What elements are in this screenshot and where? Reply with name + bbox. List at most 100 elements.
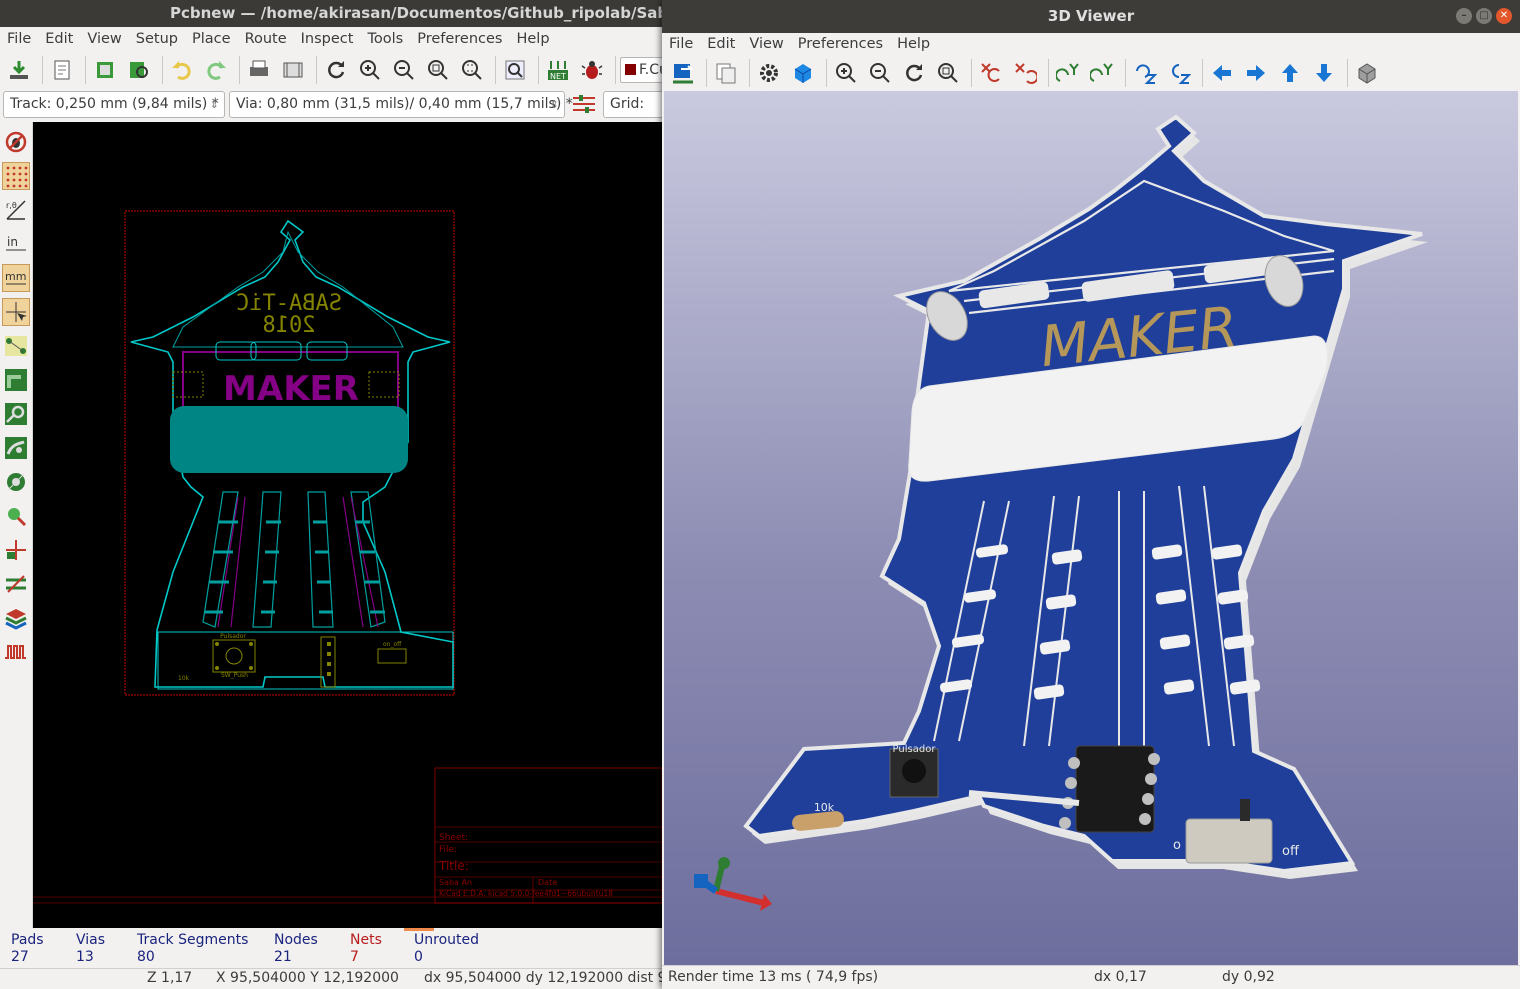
svg-text:mm: mm: [5, 270, 26, 283]
drc-bug-icon[interactable]: [577, 55, 607, 85]
maximize-icon[interactable]: □: [1476, 8, 1492, 24]
units-mm-icon[interactable]: mm: [2, 264, 30, 292]
menu-inspect[interactable]: Inspect: [294, 27, 361, 51]
pcbnew-title-bar: Pcbnew — /home/akirasan/Documentos/Githu…: [0, 0, 700, 27]
menu-help[interactable]: Help: [509, 27, 556, 51]
rotate-y-cw-icon[interactable]: [1053, 58, 1083, 88]
zone-fill-icon[interactable]: [2, 434, 30, 462]
menu-file[interactable]: File: [0, 27, 38, 51]
menu-route[interactable]: Route: [238, 27, 294, 51]
move-down-icon[interactable]: [1309, 58, 1339, 88]
undo-icon[interactable]: [167, 55, 197, 85]
minimize-icon[interactable]: –: [1456, 8, 1472, 24]
viewer-menu-file[interactable]: File: [662, 32, 700, 56]
titleblock-title: Title:: [438, 859, 469, 873]
track-width-combo[interactable]: Track: 0,250 mm (9,84 mils) *: [3, 90, 225, 118]
find-icon[interactable]: [500, 55, 530, 85]
copy-image-icon[interactable]: [711, 58, 741, 88]
stat-nodes-value: 21: [274, 949, 292, 965]
zoom-fit-icon[interactable]: [423, 55, 453, 85]
stat-nets-value: 7: [350, 949, 359, 965]
grid-display-icon[interactable]: [2, 162, 30, 190]
pcbnew-window: Pcbnew — /home/akirasan/Documentos/Githu…: [0, 0, 700, 989]
move-up-icon[interactable]: [1275, 58, 1305, 88]
footprint-editor-icon[interactable]: [90, 55, 120, 85]
drc-marker-icon[interactable]: [2, 536, 30, 564]
page-settings-icon[interactable]: [47, 55, 77, 85]
rotate-z-cw-icon[interactable]: [1130, 58, 1160, 88]
reload-board-icon[interactable]: [668, 58, 698, 88]
zoom-out-icon[interactable]: [389, 55, 419, 85]
units-inch-icon[interactable]: in: [2, 230, 30, 258]
3d-viewer-title: 3D Viewer: [1047, 7, 1135, 25]
footprint-browser-icon[interactable]: [124, 55, 154, 85]
viewer-zoom-out-icon[interactable]: [865, 58, 895, 88]
rotate-z-ccw-icon[interactable]: [1164, 58, 1194, 88]
menu-place[interactable]: Place: [185, 27, 238, 51]
viewer-dx-readout: dx 0,17: [1094, 969, 1147, 985]
redo-icon[interactable]: [201, 55, 231, 85]
print-icon[interactable]: [244, 55, 274, 85]
track-fill-icon[interactable]: [2, 366, 30, 394]
viewer-menu-view[interactable]: View: [742, 32, 790, 56]
move-left-icon[interactable]: [1207, 58, 1237, 88]
stat-track-segments: Track Segments 80: [137, 932, 248, 965]
titleblock-sheet: Sheet:: [439, 833, 468, 843]
zoom-selection-icon[interactable]: [457, 55, 487, 85]
pcbnew-options-bar: Track: 0,250 mm (9,84 mils) * Via: 0,80 …: [0, 88, 700, 120]
zoom-in-icon[interactable]: [355, 55, 385, 85]
axis-gizmo: [694, 857, 772, 911]
close-icon[interactable]: ✕: [1496, 8, 1512, 24]
3d-render-canvas[interactable]: MAKER Pulsador off o 10k: [664, 91, 1518, 965]
via-fill-icon[interactable]: [2, 400, 30, 428]
svg-text:r,θ: r,θ: [6, 201, 17, 210]
via-size-combo[interactable]: Via: 0,80 mm (31,5 mils)/ 0,40 mm (15,7 …: [229, 90, 573, 118]
raytracing-icon[interactable]: [788, 58, 818, 88]
stat-track-segments-label: Track Segments: [137, 932, 249, 948]
titleblock-date: Date: [538, 878, 557, 887]
viewer-redraw-icon[interactable]: [899, 58, 929, 88]
stat-vias: Vias 13: [76, 932, 105, 965]
menu-view[interactable]: View: [80, 27, 128, 51]
render-time-readout: Render time 13 ms ( 74,9 fps): [668, 969, 879, 985]
microwave-tools-icon[interactable]: [2, 638, 30, 666]
viewer-zoom-in-icon[interactable]: [831, 58, 861, 88]
grid-combo-label: Grid:: [610, 95, 645, 112]
show-ratsnest-icon[interactable]: [2, 332, 30, 360]
netlist-icon[interactable]: NET: [543, 55, 573, 85]
3d-board-text-off: off: [1282, 844, 1300, 859]
move-right-icon[interactable]: [1241, 58, 1271, 88]
show-hide-layers-icon[interactable]: [2, 570, 30, 598]
settings-gear-icon[interactable]: [754, 58, 784, 88]
ortho-view-icon[interactable]: [1352, 58, 1382, 88]
save-board-icon[interactable]: [4, 55, 34, 85]
board-text-on-off: on_off: [383, 641, 402, 648]
menu-preferences[interactable]: Preferences: [410, 27, 509, 51]
polar-coords-icon[interactable]: r,θ: [2, 196, 30, 224]
rotate-x-cw-icon[interactable]: [976, 58, 1006, 88]
menu-edit[interactable]: Edit: [38, 27, 80, 51]
rotate-x-ccw-icon[interactable]: [1010, 58, 1040, 88]
track-via-settings-icon[interactable]: [569, 89, 599, 119]
plot-icon[interactable]: [278, 55, 308, 85]
layers-manager-icon[interactable]: [2, 604, 30, 632]
svg-text:NET: NET: [550, 72, 566, 81]
menu-setup[interactable]: Setup: [129, 27, 185, 51]
pad-display-icon[interactable]: [2, 468, 30, 496]
drc-off-icon[interactable]: [2, 128, 30, 156]
titleblock-kicad: KiCad E.D.A. kicad 5.0.0-fee4fd1~66ubunt…: [439, 889, 613, 898]
pcb-canvas[interactable]: SABA-TiC 2018 MAKER Pulsador SW_Push 10k…: [33, 122, 663, 928]
viewer-menu-edit[interactable]: Edit: [700, 32, 742, 56]
stat-unrouted: Unrouted 0: [414, 932, 479, 965]
menu-tools[interactable]: Tools: [360, 27, 410, 51]
viewer-menu-help[interactable]: Help: [890, 32, 937, 56]
viewer-zoom-fit-icon[interactable]: [933, 58, 963, 88]
viewer-menu-preferences[interactable]: Preferences: [791, 32, 890, 56]
high-contrast-icon[interactable]: [2, 502, 30, 530]
cursor-shape-icon[interactable]: [2, 298, 30, 326]
redraw-icon[interactable]: [321, 55, 351, 85]
3d-board-text-pulsador: Pulsador: [893, 744, 937, 755]
3d-viewer-title-bar: 3D Viewer – □ ✕: [662, 0, 1520, 33]
pcbnew-coords-bar: Z 1,17 X 95,504000 Y 12,192000 dx 95,504…: [0, 968, 700, 989]
rotate-y-ccw-icon[interactable]: [1087, 58, 1117, 88]
